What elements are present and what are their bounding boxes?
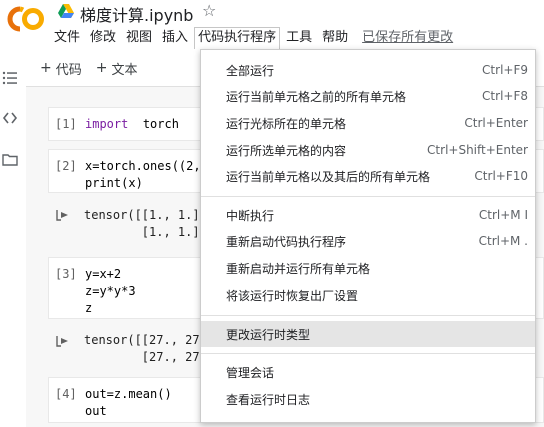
table-of-contents-icon[interactable] <box>2 70 18 86</box>
folder-icon[interactable] <box>2 152 18 168</box>
shortcut-label: Ctrl+M . <box>478 234 528 248</box>
menu-item-factory-reset[interactable]: 将该运行时恢复出厂设置 <box>201 282 535 308</box>
menu-item-run-before[interactable]: 运行当前单元格之前的所有单元格 Ctrl+F8 <box>201 83 535 109</box>
menu-help[interactable]: 帮助 <box>318 27 352 49</box>
cell-code-line[interactable]: out <box>85 403 107 420</box>
cell-prompt: [1] <box>55 117 77 131</box>
cell-code[interactable]: import torch <box>85 116 179 133</box>
output-icon[interactable] <box>56 335 70 347</box>
cell-prompt: [3] <box>55 267 77 281</box>
save-status-link[interactable]: 已保存所有更改 <box>358 27 457 49</box>
plus-icon: + <box>40 60 52 76</box>
menu-insert[interactable]: 插入 <box>158 27 192 49</box>
cell-code-line[interactable]: z=y*y*3 <box>85 283 136 300</box>
menu-separator <box>201 196 535 197</box>
menu-item-manage-sessions[interactable]: 管理会话 <box>201 359 535 385</box>
add-code-button[interactable]: + 代码 <box>40 59 82 78</box>
menu-item-run-all[interactable]: 全部运行 Ctrl+F9 <box>201 57 535 83</box>
shortcut-label: Ctrl+F10 <box>474 169 528 183</box>
menu-runtime[interactable]: 代码执行程序 <box>194 27 281 49</box>
menu-file[interactable]: 文件 <box>50 27 84 49</box>
menu-tools[interactable]: 工具 <box>282 27 316 49</box>
menu-item-restart-run-all[interactable]: 重新启动并运行所有单元格 <box>201 255 535 281</box>
shortcut-label: Ctrl+Shift+Enter <box>427 143 528 157</box>
shortcut-label: Ctrl+Enter <box>464 116 528 130</box>
shortcut-label: Ctrl+F9 <box>482 63 528 77</box>
menu-item-interrupt[interactable]: 中断执行 Ctrl+M I <box>201 202 535 228</box>
cell-code-line[interactable]: out=z.mean() <box>85 386 172 403</box>
add-text-button[interactable]: + 文本 <box>96 59 138 78</box>
cell-code-line[interactable]: print(x) <box>85 175 143 192</box>
menu-item-run-focused[interactable]: 运行光标所在的单元格 Ctrl+Enter <box>201 110 535 136</box>
menu-item-run-after[interactable]: 运行当前单元格以及其后的所有单元格 Ctrl+F10 <box>201 163 535 189</box>
cell-prompt: [2] <box>55 159 77 173</box>
shortcut-label: Ctrl+M I <box>478 208 528 222</box>
menu-edit[interactable]: 修改 <box>86 27 120 49</box>
star-icon[interactable]: ☆ <box>202 1 216 20</box>
shortcut-label: Ctrl+F8 <box>482 89 528 103</box>
menu-view[interactable]: 视图 <box>122 27 156 49</box>
menu-separator <box>201 353 535 354</box>
code-snippets-icon[interactable] <box>2 110 18 126</box>
menu-item-view-runtime-logs[interactable]: 查看运行时日志 <box>201 386 535 412</box>
cell-output-line: tensor([[1., 1.], <box>84 208 207 222</box>
cell-code-line[interactable]: y=x+2 <box>85 266 121 283</box>
google-drive-icon <box>58 4 74 18</box>
colab-logo-icon[interactable] <box>6 4 46 34</box>
menu-separator <box>201 315 535 316</box>
menu-item-run-selection[interactable]: 运行所选单元格的内容 Ctrl+Shift+Enter <box>201 137 535 163</box>
runtime-dropdown-menu: 全部运行 Ctrl+F9 运行当前单元格之前的所有单元格 Ctrl+F8 运行光标所… <box>200 49 536 423</box>
output-icon[interactable] <box>56 209 70 221</box>
left-rail <box>0 52 22 427</box>
menu-item-change-runtime-type[interactable]: 更改运行时类型 <box>201 321 535 347</box>
cell-code-line[interactable]: z <box>85 300 92 317</box>
cell-prompt: [4] <box>55 387 77 401</box>
menubar: 文件 修改 视图 插入 代码执行程序 工具 帮助 已保存所有更改 <box>50 27 459 49</box>
plus-icon: + <box>95 60 108 76</box>
notebook-title[interactable]: 梯度计算.ipynb <box>80 2 193 26</box>
menu-item-restart[interactable]: 重新启动代码执行程序 Ctrl+M . <box>201 228 535 254</box>
